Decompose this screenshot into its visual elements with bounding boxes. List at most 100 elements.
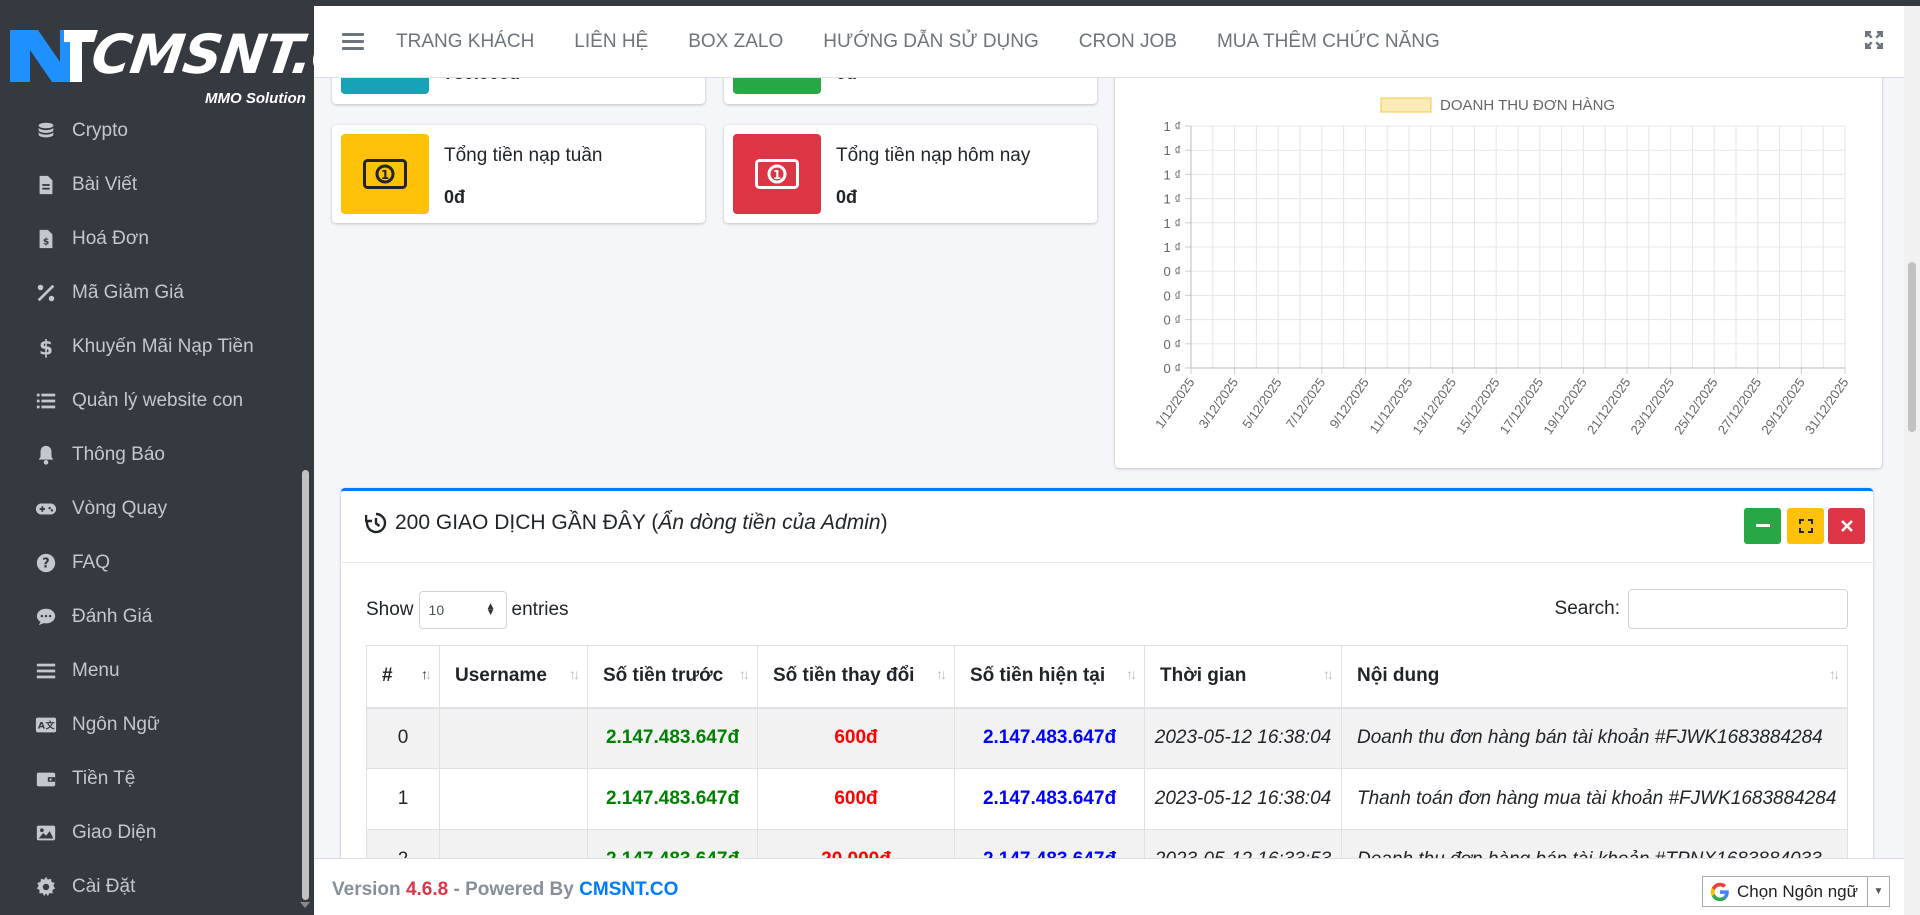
table-row: 1 2.147.483.647đ 600đ 2.147.483.647đ 2023-05… (366, 768, 1848, 830)
y-tick-label: 0 ₫ (1163, 264, 1181, 279)
search-label: Search: (1554, 598, 1620, 619)
page-size-value: 10 (428, 602, 445, 618)
sidebar-item-9[interactable]: Đánh Giá (0, 590, 300, 644)
y-tick-label: 1 ₫ (1163, 216, 1181, 231)
sidebar-item-label: Vòng Quay (72, 498, 168, 519)
fullscreen-icon[interactable] (1864, 30, 1884, 50)
sidebar-item-label: Khuyến Mãi Nạp Tiền (72, 336, 254, 357)
cell-username (439, 768, 588, 830)
sidebar-item-label: Hoá Đơn (72, 228, 149, 249)
y-tick-label: 0 ₫ (1163, 313, 1181, 328)
sidebar-scroll-down-icon[interactable] (300, 902, 310, 908)
sidebar-item-12[interactable]: Tiền Tệ (0, 752, 300, 806)
sidebar-item-label: Đánh Giá (72, 606, 153, 627)
table-header-row: # ↑↓ Username ↑↓ Số tiền trước ↑↓ Số tiền t… (366, 645, 1848, 709)
sidebar-item-13[interactable]: Giao Diện (0, 806, 300, 860)
sidebar-item-label: Giao Diện (72, 822, 157, 843)
sidebar-item-11[interactable]: A 文 Ngôn Ngữ (0, 698, 300, 752)
cell-after: 2.147.483.647đ (954, 707, 1145, 769)
sidebar-item-label: Mã Giảm Giá (72, 282, 184, 303)
sidebar-item-1[interactable]: Bài Viết (0, 158, 300, 212)
sidebar-item-6[interactable]: Thông Báo (0, 428, 300, 482)
sidebar-scrollbar[interactable] (302, 470, 309, 900)
sidebar-item-0[interactable]: Crypto (0, 104, 300, 158)
language-selector[interactable]: Chọn Ngôn ngữ ▼ (1702, 876, 1890, 907)
svg-text:?: ? (42, 557, 49, 572)
column-header-username[interactable]: Username ↑↓ (439, 645, 588, 709)
column-header-id[interactable]: # ↑↓ (366, 645, 440, 709)
revenue-chart-card: DOANH THU ĐƠN HÀNG 1 ₫ 1 ₫ 1 ₫ 1 ₫ 1 ₫ 1 ₫ 0 ₫ 0… (1115, 66, 1882, 468)
column-header-before[interactable]: Số tiền trước ↑↓ (587, 645, 758, 709)
collapse-button[interactable] (1744, 508, 1781, 544)
nav-link-huong-dan[interactable]: HƯỚNG DẪN SỬ DỤNG (823, 31, 1039, 53)
cell-before: 2.147.483.647đ (587, 707, 758, 769)
legend-label: DOANH THU ĐƠN HÀNG (1440, 97, 1615, 114)
nav-link-lien-he[interactable]: LIÊN HỆ (574, 31, 648, 53)
comment-icon (34, 605, 58, 629)
nav-link-trang-khach[interactable]: TRANG KHÁCH (396, 31, 534, 53)
y-tick-label: 1 ₫ (1163, 192, 1181, 207)
page-scrollbar[interactable] (1904, 0, 1920, 915)
percent-icon (34, 281, 58, 305)
top-navbar: TRANG KHÁCH LIÊN HỆ BOX ZALO HƯỚNG DẪN S… (314, 6, 1904, 78)
bars-icon (34, 659, 58, 683)
sort-icon: ↑↓ (1126, 666, 1137, 682)
cell-after: 2.147.483.647đ (954, 768, 1145, 830)
menu-toggle-icon[interactable] (342, 29, 364, 54)
y-tick-label: 1 ₫ (1163, 143, 1181, 158)
nav-link-cron-job[interactable]: CRON JOB (1079, 31, 1177, 53)
cell-id: 0 (366, 707, 440, 769)
language-icon: A文 (34, 713, 58, 737)
transactions-title-note: Ẩn dòng tiền của Admin (658, 511, 881, 534)
wallet-icon (34, 767, 58, 791)
transactions-title-text: 200 GIAO DỊCH GẦN ĐÂY ( (395, 511, 659, 534)
svg-text:1: 1 (773, 168, 781, 182)
sidebar-item-10[interactable]: Menu (0, 644, 300, 698)
sidebar-item-14[interactable]: Cài Đặt (0, 860, 300, 914)
sidebar-item-4[interactable]: $ Khuyến Mãi Nạp Tiền (0, 320, 300, 374)
y-tick-label: 1 ₫ (1163, 119, 1181, 134)
x-tick-label: 7/12/2025 (1283, 375, 1328, 431)
sidebar-item-3[interactable]: Mã Giảm Giá (0, 266, 300, 320)
nav-link-box-zalo[interactable]: BOX ZALO (688, 31, 783, 53)
sidebar-item-label: Menu (72, 660, 120, 681)
maximize-button[interactable] (1787, 508, 1824, 544)
info-box-value: 0đ (836, 187, 858, 207)
x-tick-label: 5/12/2025 (1239, 375, 1284, 431)
y-tick-label: 0 ₫ (1163, 337, 1181, 352)
transactions-card-header: 200 GIAO DỊCH GẦN ĐÂY (Ẩn dòng tiền của … (341, 491, 1873, 563)
nav-link-mua-them[interactable]: MUA THÊM CHỨC NĂNG (1217, 31, 1440, 53)
column-header-time[interactable]: Thời gian ↑↓ (1144, 645, 1342, 709)
sidebar-item-5[interactable]: Quản lý website con (0, 374, 300, 428)
version-label: Version (332, 879, 401, 900)
column-header-after[interactable]: Số tiền hiện tại ↑↓ (954, 645, 1145, 709)
powered-by-link[interactable]: CMSNT.CO (579, 879, 678, 900)
brand-logo[interactable]: CMSNT.CO MMO Solution (0, 0, 314, 112)
show-label: Show (366, 599, 414, 620)
column-header-change[interactable]: Số tiền thay đổi ↑↓ (757, 645, 955, 709)
x-tick-label: 3/12/2025 (1196, 375, 1241, 431)
sidebar-item-8[interactable]: ? FAQ (0, 536, 300, 590)
sidebar-item-label: Cài Đặt (72, 876, 136, 897)
column-header-content[interactable]: Nội dung ↑↓ (1341, 645, 1848, 709)
remove-button[interactable] (1828, 508, 1865, 544)
page-scrollbar-thumb[interactable] (1908, 262, 1916, 432)
cell-change: 600đ (757, 768, 955, 830)
sort-icon: ↑↓ (936, 666, 947, 682)
table-row: 0 2.147.483.647đ 600đ 2.147.483.647đ 2023-05… (366, 707, 1848, 769)
sidebar-item-2[interactable]: $ Hoá Đơn (0, 212, 300, 266)
sort-icon: ↑↓ (1829, 666, 1840, 682)
x-tick-label: 19/12/2025 (1540, 375, 1590, 437)
top-strip (0, 0, 1920, 6)
sidebar-item-7[interactable]: Vòng Quay (0, 482, 300, 536)
list-icon (34, 389, 58, 413)
brand-logo-icon (10, 30, 98, 82)
search-input[interactable] (1628, 589, 1848, 629)
google-icon (1710, 882, 1729, 901)
cell-id: 1 (366, 768, 440, 830)
page-size-select[interactable]: 10 ▲ ▼ (418, 591, 507, 629)
gamepad-icon (34, 497, 58, 521)
info-box-today-deposit: 1 Tổng tiền nạp hôm nay 0đ (724, 125, 1097, 223)
svg-text:$: $ (39, 336, 53, 358)
sidebar: Crypto Bài Viết $ Hoá Đơn Mã Giảm Giá $ Khuyến… (0, 0, 314, 915)
